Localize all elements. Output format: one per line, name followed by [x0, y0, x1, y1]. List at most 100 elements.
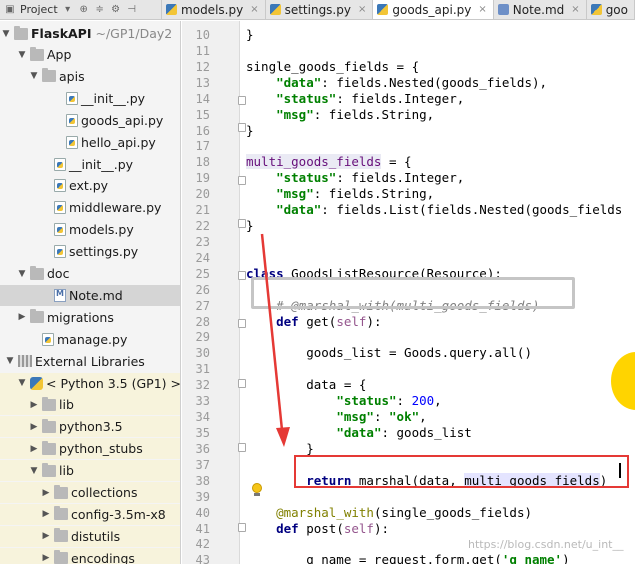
code-token: :	[373, 409, 390, 425]
chevron-right-icon[interactable]: ▶	[28, 444, 40, 454]
tree-item[interactable]: middleware.py	[0, 197, 180, 218]
code-line: "status": fields.Integer,	[246, 91, 464, 107]
tree-item-project-root[interactable]: ▼ FlaskAPI ~/GP1/Day2	[0, 23, 180, 44]
chevron-right-icon[interactable]: ▶	[28, 422, 40, 432]
tree-item[interactable]: __init__.py	[0, 88, 180, 109]
chevron-right-icon[interactable]: ▶	[40, 488, 52, 498]
tree-item[interactable]: ▶ collections	[0, 482, 180, 503]
python-file-icon	[54, 179, 66, 193]
code-token: = {	[381, 154, 412, 170]
tree-item[interactable]: ▶ distutils	[0, 525, 180, 547]
code-token: "status"	[336, 393, 397, 409]
chevron-right-icon[interactable]: ▶	[40, 509, 52, 519]
fold-marker-icon[interactable]	[238, 123, 246, 132]
project-view-label[interactable]: Project	[20, 3, 58, 16]
code-token: "status"	[276, 170, 337, 186]
editor-tab[interactable]: models.py ×	[162, 0, 266, 19]
close-tab-icon[interactable]: ×	[478, 4, 486, 15]
chevron-down-icon[interactable]: ▼	[28, 71, 40, 81]
collapse-icon[interactable]: ≑	[94, 4, 106, 16]
tree-item[interactable]: ▶ encodings	[0, 547, 180, 564]
fold-marker-icon[interactable]	[238, 523, 246, 532]
fold-marker-icon[interactable]	[238, 271, 246, 280]
line-number: 30	[195, 346, 210, 361]
hide-icon[interactable]: ⊣	[126, 4, 138, 16]
tree-item[interactable]: ▶ python_stubs	[0, 438, 180, 460]
code-token: (single_goods_fields)	[373, 504, 532, 520]
tree-item[interactable]: __init__.py	[0, 154, 180, 175]
code-line: "msg": fields.String,	[246, 107, 434, 123]
tree-item[interactable]: ▼ apis	[0, 66, 180, 87]
tree-item[interactable]: manage.py	[0, 329, 180, 350]
code-token: "data"	[276, 202, 322, 218]
code-token: def	[276, 520, 299, 536]
code-token: goods_list = Goods.query.all()	[246, 345, 532, 361]
code-line: "data": fields.List(fields.Nested(goods_…	[246, 202, 622, 218]
tree-item[interactable]: ▶ config-3.5m-x8	[0, 503, 180, 525]
chevron-down-icon[interactable]: ▼	[16, 269, 28, 279]
chevron-down-icon[interactable]: ▼	[16, 50, 28, 60]
editor-tab[interactable]: settings.py ×	[266, 0, 374, 19]
tree-item-label: External Libraries	[35, 353, 145, 369]
chevron-right-icon[interactable]: ▶	[40, 531, 52, 541]
fold-marker-icon[interactable]	[238, 443, 246, 452]
python-file-icon	[377, 4, 389, 15]
code-line: g_name = request.form.get('g_name')	[246, 552, 569, 564]
chevron-down-icon[interactable]: ▼	[16, 378, 28, 388]
tree-item[interactable]: ▶ migrations	[0, 307, 180, 328]
code-token: "msg"	[336, 409, 374, 425]
dropdown-arrow-icon[interactable]: ▾	[62, 4, 74, 16]
tree-item[interactable]: ▶ python3.5	[0, 416, 180, 438]
fold-marker-icon[interactable]	[238, 219, 246, 228]
tree-item-label: < Python 3.5 (GP1) >	[46, 375, 181, 391]
code-token: 200	[411, 393, 435, 409]
tree-item[interactable]: ▼ doc	[0, 263, 180, 284]
chevron-down-icon[interactable]: ▼	[28, 466, 40, 476]
code-token: }	[246, 122, 254, 138]
fold-marker-icon[interactable]	[238, 319, 246, 328]
close-tab-icon[interactable]: ×	[358, 4, 366, 15]
chevron-right-icon[interactable]: ▶	[28, 400, 40, 410]
python-file-icon	[269, 4, 281, 15]
tree-item[interactable]: ▶ lib	[0, 394, 180, 416]
editor-tab[interactable]: goods_api.py ×	[373, 0, 494, 19]
code-token: "ok"	[389, 409, 420, 425]
fold-marker-icon[interactable]	[238, 96, 246, 105]
chevron-right-icon[interactable]: ▶	[40, 553, 52, 563]
tree-item[interactable]: ▼ < Python 3.5 (GP1) >	[0, 372, 181, 394]
tree-item[interactable]: Note.md	[0, 284, 180, 306]
folder-icon	[54, 550, 68, 564]
project-view-icon[interactable]: ▣	[4, 4, 16, 16]
chevron-right-icon[interactable]: ▶	[16, 312, 28, 322]
code-line: multi_goods_fields = {	[246, 154, 412, 170]
editor-tab[interactable]: Note.md ×	[494, 0, 587, 19]
tree-item[interactable]: ▼ lib	[0, 460, 180, 482]
tree-item-label: python_stubs	[59, 441, 143, 457]
editor-tab[interactable]: goo	[587, 0, 635, 19]
close-tab-icon[interactable]: ×	[250, 4, 258, 15]
code-line: "data": fields.Nested(goods_fields),	[246, 75, 547, 91]
gear-icon[interactable]: ⚙	[110, 4, 122, 16]
tree-item[interactable]: settings.py	[0, 241, 180, 262]
code-token: "data"	[276, 74, 322, 90]
tree-item[interactable]: ▼ External Libraries	[0, 351, 180, 372]
sync-icon[interactable]: ⊕	[78, 4, 90, 16]
fold-marker-icon[interactable]	[238, 176, 246, 185]
code-token: self	[336, 313, 367, 329]
chevron-down-icon[interactable]: ▼	[0, 29, 12, 39]
python-file-icon	[166, 4, 178, 15]
chevron-down-icon[interactable]: ▼	[4, 356, 16, 366]
close-tab-icon[interactable]: ×	[571, 4, 579, 15]
line-number: 17	[195, 139, 210, 154]
fold-marker-icon[interactable]	[238, 379, 246, 388]
line-number: 20	[195, 187, 210, 202]
tree-item[interactable]: hello_api.py	[0, 132, 180, 153]
tree-item[interactable]: models.py	[0, 219, 180, 240]
code-line: "data": goods_list	[246, 425, 471, 441]
comment-highlight-box	[251, 277, 575, 309]
tree-item[interactable]: ▼ App	[0, 44, 180, 65]
tree-item[interactable]: ext.py	[0, 175, 180, 196]
tree-item[interactable]: goods_api.py	[0, 110, 180, 131]
